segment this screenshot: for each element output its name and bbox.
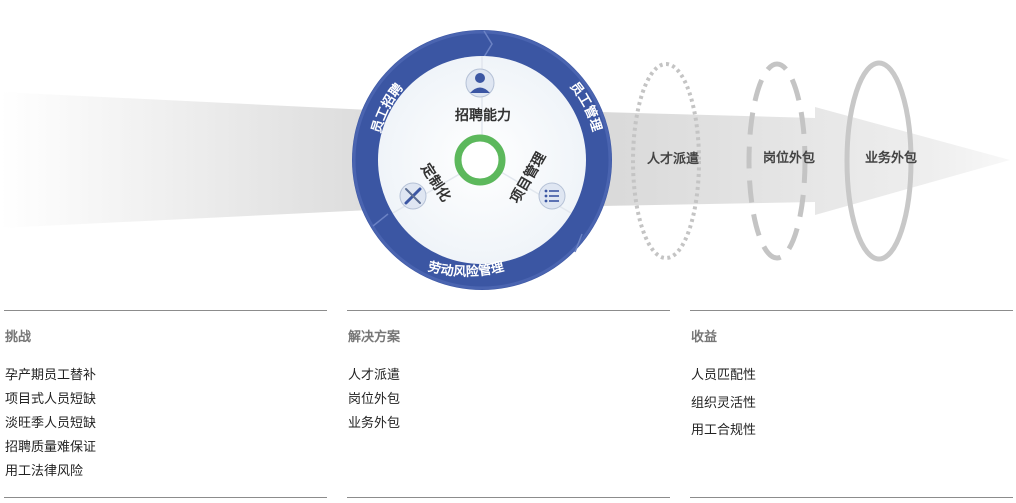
stage-label-3: 业务外包 (865, 150, 917, 166)
left-arrow-band (0, 92, 370, 228)
list-item: 岗位外包 (348, 392, 401, 407)
green-core-ring (454, 134, 506, 186)
list-item: 人员匹配性 (691, 368, 757, 383)
benefits-column: 收益 人员匹配性 组织灵活性 用工合规性 (690, 310, 1013, 498)
list-item: 人才派遣 (348, 368, 401, 383)
solutions-list: 人才派遣 岗位外包 业务外包 (348, 367, 400, 439)
list-item: 孕产期员工替补 (5, 368, 97, 383)
service-diagram: 人才派遣 岗位外包 业务外包 员工招聘 员工管理 劳动风险管理 招聘能力 定制化 (0, 30, 1010, 290)
list-item: 用工法律风险 (5, 464, 84, 479)
list-item: 项目式人员短缺 (5, 392, 97, 407)
list-icon (538, 182, 566, 210)
benefits-title: 收益 (691, 330, 718, 345)
challenges-column: 挑战 孕产期员工替补 项目式人员短缺 淡旺季人员短缺 招聘质量难保证 用工法律风… (4, 310, 327, 498)
stage-label-2: 岗位外包 (763, 150, 815, 166)
solutions-column: 解决方案 人才派遣 岗位外包 业务外包 (347, 310, 670, 498)
list-item: 组织灵活性 (691, 395, 757, 411)
stage-label-1: 人才派遣 (647, 151, 699, 167)
challenges-title: 挑战 (5, 330, 32, 345)
list-item: 招聘质量难保证 (5, 440, 97, 455)
list-item: 淡旺季人员短缺 (5, 416, 97, 431)
list-item: 用工合规性 (691, 423, 757, 438)
list-item: 业务外包 (348, 416, 401, 431)
benefits-list: 人员匹配性 组织灵活性 用工合规性 (691, 367, 756, 450)
solutions-title: 解决方案 (348, 330, 401, 345)
center-title: 招聘能力 (455, 107, 511, 124)
challenges-list: 孕产期员工替补 项目式人员短缺 淡旺季人员短缺 招聘质量难保证 用工法律风险 (5, 367, 96, 487)
person-icon (465, 68, 495, 98)
tools-icon (399, 182, 427, 210)
